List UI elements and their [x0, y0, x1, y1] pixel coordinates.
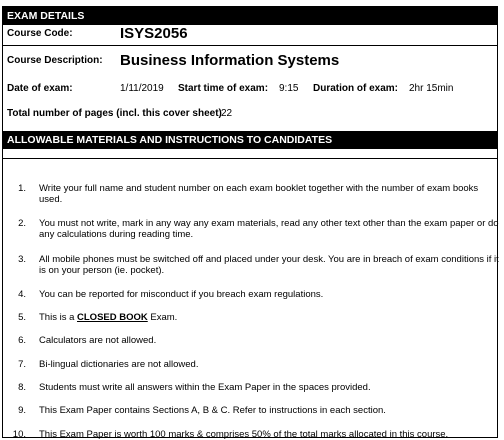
- item-text: All mobile phones must be switched off a…: [39, 254, 499, 276]
- item-text: This Exam Paper contains Sections A, B &…: [39, 405, 386, 416]
- item-number: 7.: [18, 359, 26, 370]
- item-number: 6.: [18, 335, 26, 346]
- item-text: Write your full name and student number …: [39, 183, 479, 205]
- item-number: 1.: [18, 183, 26, 194]
- course-code-value: ISYS2056: [120, 25, 188, 42]
- item-text: Students must write all answers within t…: [39, 382, 371, 393]
- item-text: This is a CLOSED BOOK Exam.: [39, 312, 178, 323]
- course-description-label: Course Description:: [7, 55, 103, 66]
- divider: [3, 158, 497, 159]
- closed-book-emphasis: CLOSED BOOK: [77, 312, 148, 323]
- start-time-value: 9:15: [279, 83, 299, 94]
- item-number: 5.: [18, 312, 26, 323]
- item-number: 3.: [18, 254, 26, 265]
- duration-label: Duration of exam:: [313, 83, 399, 94]
- start-time-label: Start time of exam:: [178, 83, 269, 94]
- exam-cover-sheet: EXAM DETAILS Course Code: ISYS2056 Cours…: [2, 6, 499, 440]
- course-code-label: Course Code:: [7, 28, 73, 39]
- item-text: This Exam Paper is worth 100 marks & com…: [39, 429, 449, 440]
- date-value: 1/11/2019: [120, 83, 164, 94]
- item-number: 8.: [18, 382, 26, 393]
- item-number: 2.: [18, 218, 26, 229]
- exam-details-header: EXAM DETAILS: [3, 7, 497, 25]
- item-number: 4.: [18, 289, 26, 300]
- item-text: Calculators are not allowed.: [39, 335, 157, 346]
- date-label: Date of exam:: [7, 83, 73, 94]
- course-description-value: Business Information Systems: [120, 52, 340, 69]
- total-pages-value: 22: [221, 108, 233, 119]
- divider: [3, 45, 497, 46]
- item-text: Bi-lingual dictionaries are not allowed.: [39, 359, 199, 370]
- item-text: You must not write, mark in any way any …: [39, 218, 499, 240]
- instructions-header: ALLOWABLE MATERIALS AND INSTRUCTIONS TO …: [3, 131, 497, 149]
- item-number: 9.: [18, 405, 26, 416]
- duration-value: 2hr 15min: [409, 83, 454, 94]
- total-pages-label: Total number of pages (incl. this cover …: [7, 108, 222, 119]
- item-text: You can be reported for misconduct if yo…: [39, 289, 324, 300]
- item-number: 10.: [12, 429, 26, 440]
